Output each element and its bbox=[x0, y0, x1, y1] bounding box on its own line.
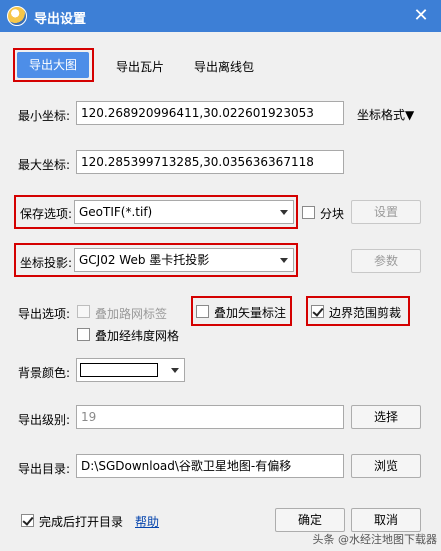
projection-label: 坐标投影: bbox=[20, 256, 73, 270]
tab-export-image[interactable]: 导出大图 bbox=[17, 52, 89, 78]
check-icon bbox=[312, 305, 324, 317]
save-format-value: GeoTIF(*.tif) bbox=[79, 205, 153, 219]
cancel-button[interactable]: 取消 bbox=[351, 508, 421, 532]
check-icon bbox=[22, 514, 34, 526]
open-after-checkbox[interactable] bbox=[21, 514, 34, 527]
save-option-label: 保存选项: bbox=[20, 207, 73, 221]
dropdown-arrow-icon bbox=[280, 258, 288, 263]
open-after-label: 完成后打开目录 bbox=[39, 515, 124, 529]
tab-export-tiles[interactable]: 导出瓦片 bbox=[108, 56, 172, 78]
projection-select[interactable]: GCJ02 Web 墨卡托投影 bbox=[74, 248, 294, 272]
graticule-checkbox[interactable] bbox=[77, 328, 90, 341]
export-level-label: 导出级别: bbox=[18, 413, 71, 427]
app-globe-icon bbox=[7, 6, 27, 26]
params-button[interactable]: 参数 bbox=[351, 249, 421, 273]
watermark-text: 头条 @水经注地图下载器 bbox=[312, 533, 438, 546]
export-dir-label: 导出目录: bbox=[18, 462, 71, 476]
save-format-select[interactable]: GeoTIF(*.tif) bbox=[74, 200, 294, 224]
max-coord-label: 最大坐标: bbox=[18, 158, 71, 172]
settings-button[interactable]: 设置 bbox=[351, 200, 421, 224]
boundary-clip-label: 边界范围剪裁 bbox=[329, 306, 402, 320]
export-settings-dialog: 导出设置 ✕ 导出大图 导出瓦片 导出离线包 最小坐标: 120.2689209… bbox=[0, 0, 441, 551]
browse-button[interactable]: 浏览 bbox=[351, 454, 421, 478]
tile-split-checkbox[interactable] bbox=[302, 206, 315, 219]
export-options-label: 导出选项: bbox=[18, 307, 71, 321]
tile-split-label: 分块 bbox=[320, 207, 345, 221]
color-swatch bbox=[80, 363, 158, 377]
dropdown-arrow-icon bbox=[280, 210, 288, 215]
coord-format-menu[interactable]: 坐标格式▼ bbox=[357, 106, 414, 123]
help-link[interactable]: 帮助 bbox=[135, 513, 159, 530]
dropdown-arrow-icon bbox=[171, 368, 179, 373]
boundary-clip-checkbox[interactable] bbox=[311, 305, 324, 318]
close-icon[interactable]: ✕ bbox=[409, 4, 433, 28]
background-color-label: 背景颜色: bbox=[18, 366, 71, 380]
background-color-select[interactable] bbox=[76, 358, 185, 382]
dialog-title: 导出设置 bbox=[34, 12, 87, 27]
select-level-button[interactable]: 选择 bbox=[351, 405, 421, 429]
graticule-label: 叠加经纬度网格 bbox=[95, 329, 180, 343]
title-bar[interactable]: 导出设置 ✕ bbox=[0, 0, 441, 32]
min-coord-input[interactable]: 120.268920996411,30.022601923053 bbox=[76, 101, 344, 125]
projection-value: GCJ02 Web 墨卡托投影 bbox=[79, 253, 210, 267]
vector-labels-label: 叠加矢量标注 bbox=[214, 306, 287, 320]
max-coord-input[interactable]: 120.285399713285,30.035636367118 bbox=[76, 150, 344, 174]
export-level-input[interactable]: 19 bbox=[76, 405, 344, 429]
export-dir-input[interactable]: D:\SGDownload\谷歌卫星地图-有偏移 bbox=[76, 454, 344, 478]
road-labels-label: 叠加路网标签 bbox=[95, 307, 168, 321]
road-labels-checkbox[interactable] bbox=[77, 305, 90, 318]
min-coord-label: 最小坐标: bbox=[18, 109, 71, 123]
ok-button[interactable]: 确定 bbox=[275, 508, 345, 532]
vector-labels-checkbox[interactable] bbox=[196, 305, 209, 318]
tab-export-offline-package[interactable]: 导出离线包 bbox=[188, 56, 260, 78]
